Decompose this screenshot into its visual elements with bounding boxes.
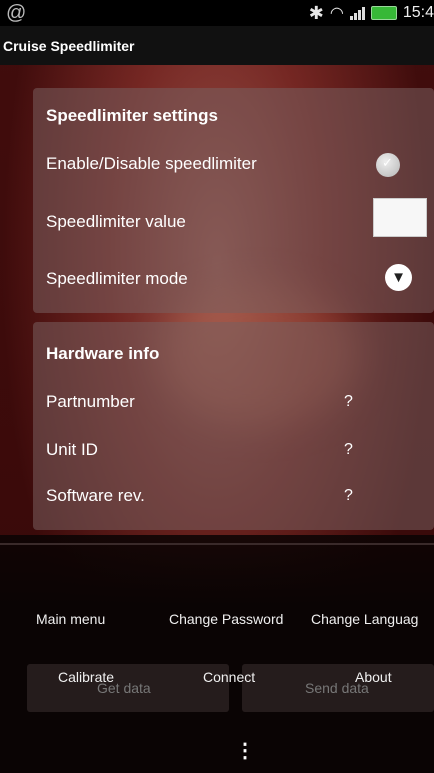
- hardware-info-panel: Hardware info Partnumber ? Unit ID ? Sof…: [33, 322, 434, 530]
- enable-speedlimiter-checkbox[interactable]: [376, 153, 400, 177]
- menu-item-main-menu[interactable]: Main menu: [36, 611, 105, 627]
- menu-item-change-password[interactable]: Change Password: [169, 611, 283, 627]
- settings-heading: Speedlimiter settings: [46, 106, 218, 125]
- enable-speedlimiter-label: Enable/Disable speedlimiter: [46, 154, 257, 173]
- app-title-bar: Cruise Speedlimiter: [0, 26, 434, 65]
- hardware-heading: Hardware info: [46, 344, 160, 363]
- menu-item-calibrate[interactable]: Calibrate: [58, 669, 114, 685]
- partnumber-value: ?: [344, 393, 353, 410]
- send-data-button: Send data: [242, 664, 434, 712]
- mode-dropdown-icon[interactable]: ▼: [385, 264, 412, 291]
- unit-id-value: ?: [344, 441, 353, 458]
- software-rev-value: ?: [344, 487, 353, 504]
- menu-item-connect[interactable]: Connect: [203, 669, 255, 685]
- status-icons: ✱ ◠ 15:4: [309, 0, 434, 26]
- status-time: 15:4: [402, 4, 434, 21]
- software-rev-label: Software rev.: [46, 486, 145, 505]
- menu-item-change-language[interactable]: Change Languag: [311, 611, 418, 627]
- bluetooth-icon: ✱: [308, 2, 324, 23]
- speedlimiter-mode-label: Speedlimiter mode: [46, 269, 188, 288]
- menu-item-about[interactable]: About: [355, 669, 392, 685]
- signal-icon: [349, 6, 365, 20]
- partnumber-label: Partnumber: [46, 392, 135, 411]
- menu-divider: [0, 543, 434, 545]
- app-notification-icon: @: [6, 2, 27, 24]
- status-bar: @ ✱ ◠ 15:4: [0, 0, 434, 26]
- speedlimiter-settings-panel: Speedlimiter settings Enable/Disable spe…: [33, 88, 434, 313]
- speedlimiter-value-input[interactable]: [373, 198, 427, 237]
- overflow-menu-icon[interactable]: ⋮: [235, 738, 255, 763]
- speedlimiter-value-label: Speedlimiter value: [46, 212, 186, 231]
- battery-icon: [370, 6, 397, 20]
- app-title: Cruise Speedlimiter: [3, 37, 135, 54]
- wifi-icon: ◠: [329, 5, 344, 22]
- unit-id-label: Unit ID: [46, 440, 98, 459]
